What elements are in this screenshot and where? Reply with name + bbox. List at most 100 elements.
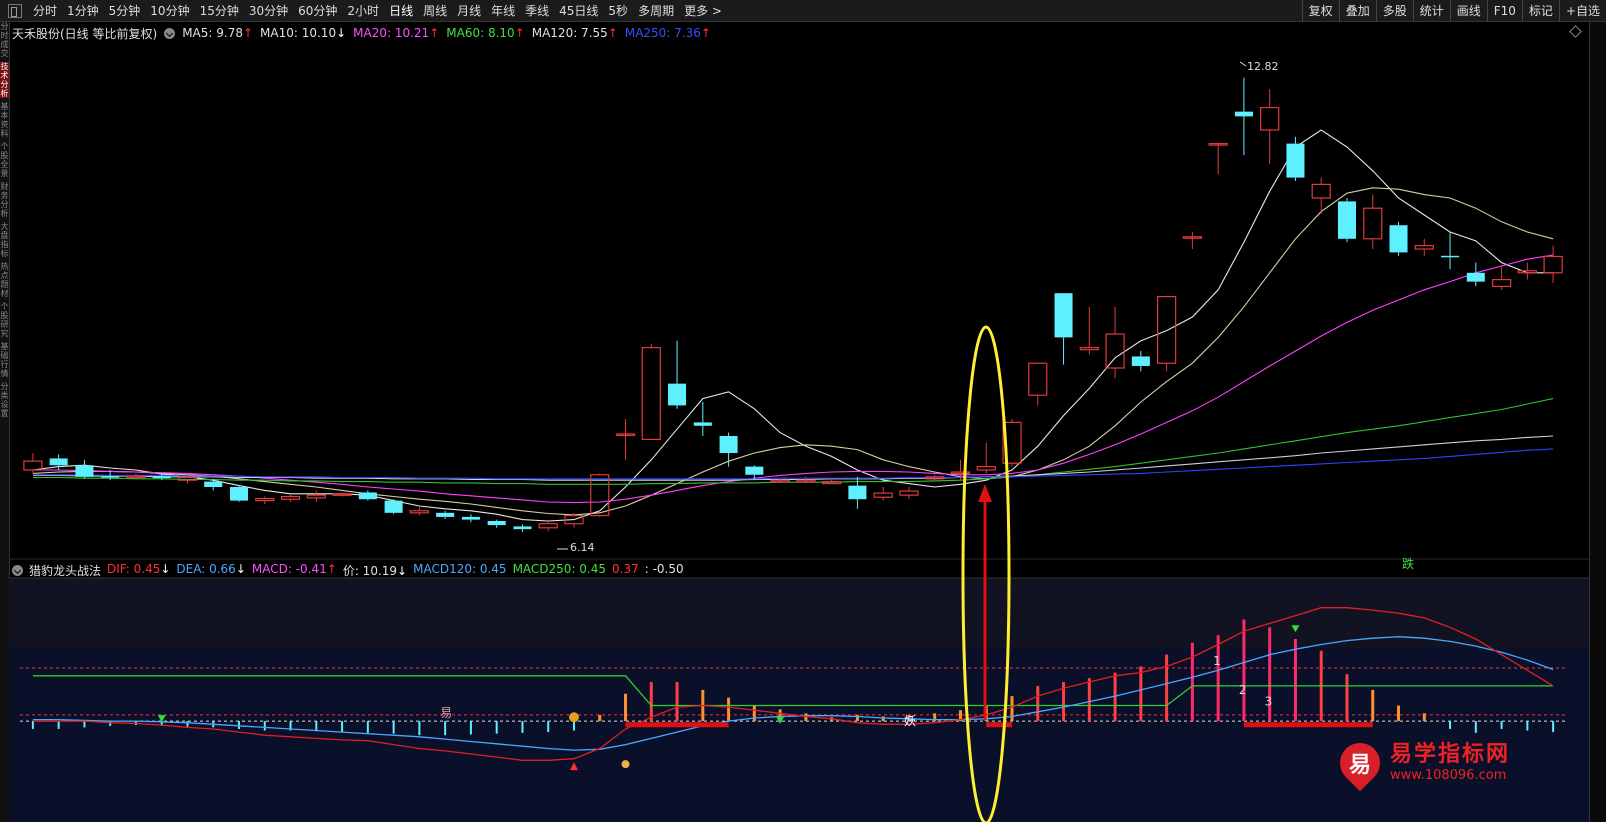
candle bbox=[641, 344, 661, 441]
candle bbox=[436, 510, 455, 519]
candle bbox=[75, 459, 94, 479]
high-price-label: 12.82 bbox=[1247, 60, 1279, 73]
candle-body bbox=[538, 523, 558, 529]
candle-body bbox=[1337, 201, 1357, 239]
candle-body bbox=[1260, 106, 1280, 131]
candle-body bbox=[1156, 296, 1177, 364]
candle bbox=[23, 453, 43, 474]
candle-body bbox=[358, 492, 377, 500]
candle bbox=[1466, 262, 1485, 287]
signal-arrow-head bbox=[978, 484, 992, 502]
candle-body bbox=[409, 510, 430, 514]
candle bbox=[280, 493, 301, 502]
candle bbox=[1028, 362, 1048, 406]
candle-body bbox=[1234, 111, 1253, 117]
candle-body bbox=[668, 383, 687, 406]
candle bbox=[1054, 293, 1073, 365]
candle bbox=[229, 485, 249, 502]
candle bbox=[1079, 306, 1099, 355]
candle bbox=[1414, 238, 1434, 256]
logo-name: 易学指标网 bbox=[1390, 742, 1511, 767]
candle bbox=[1234, 77, 1253, 156]
candle-body bbox=[1079, 347, 1099, 351]
signal-mark: 3 bbox=[1265, 695, 1273, 709]
candle-body bbox=[306, 494, 326, 499]
candle bbox=[126, 473, 146, 479]
candle-body bbox=[693, 422, 712, 426]
candle bbox=[409, 507, 430, 516]
candle bbox=[461, 514, 480, 523]
candle bbox=[873, 487, 893, 501]
candle bbox=[358, 490, 377, 501]
indicator-panel-top bbox=[9, 578, 1590, 648]
candle-body bbox=[1543, 255, 1563, 274]
candle-body bbox=[641, 347, 661, 441]
candle-body bbox=[1517, 270, 1537, 274]
candle-body bbox=[976, 466, 996, 471]
candle bbox=[255, 496, 275, 504]
candle-body bbox=[436, 512, 455, 517]
ma-line-ma60 bbox=[32, 398, 1554, 485]
candle bbox=[1260, 89, 1280, 164]
candle bbox=[693, 402, 712, 436]
candle-body bbox=[1491, 279, 1512, 288]
candle bbox=[1543, 245, 1563, 283]
candle bbox=[1311, 177, 1331, 214]
candle-body bbox=[280, 495, 301, 500]
candle bbox=[306, 490, 326, 502]
money-bag-icon bbox=[568, 712, 579, 723]
candle-body bbox=[513, 526, 532, 530]
signal-mark: 妖 bbox=[904, 714, 916, 728]
candle-body bbox=[1105, 333, 1125, 369]
candle-body bbox=[75, 465, 94, 477]
ma-line-ma5 bbox=[32, 129, 1554, 522]
hand-pointer-icon bbox=[621, 760, 630, 769]
candle bbox=[1389, 221, 1408, 256]
candle bbox=[1182, 232, 1203, 249]
candle-body bbox=[1363, 207, 1383, 240]
high-pointer bbox=[1239, 61, 1247, 67]
candle bbox=[822, 478, 842, 485]
candle bbox=[1517, 262, 1537, 280]
candle-body bbox=[49, 458, 68, 466]
candle-body bbox=[745, 466, 764, 475]
candle-body bbox=[152, 476, 171, 479]
candle-body bbox=[899, 490, 919, 496]
ma-line-ma120 bbox=[32, 435, 1554, 481]
candle bbox=[1337, 198, 1357, 243]
candle-body bbox=[950, 471, 971, 475]
candle bbox=[1491, 266, 1512, 290]
candle-body bbox=[229, 487, 249, 501]
candle-body bbox=[1466, 272, 1485, 282]
candle-body bbox=[1054, 293, 1073, 338]
low-price-label: 6.14 bbox=[570, 541, 595, 554]
candle bbox=[1441, 232, 1460, 270]
candle bbox=[204, 478, 223, 491]
candle bbox=[384, 499, 403, 515]
candle-body bbox=[1414, 245, 1434, 250]
kline-chart[interactable]: 易妖123 12.82 6.14 跌 bbox=[0, 0, 1606, 822]
candle bbox=[1156, 296, 1177, 372]
candle bbox=[1131, 351, 1150, 372]
candle bbox=[487, 519, 506, 528]
candle-body bbox=[1028, 362, 1048, 396]
candle-body bbox=[101, 476, 120, 478]
right-scroll-bar[interactable] bbox=[1589, 22, 1606, 822]
candle-body bbox=[1286, 143, 1305, 178]
candle-body bbox=[590, 474, 610, 517]
signal-mark: 1 bbox=[1213, 654, 1221, 668]
candle-body bbox=[487, 521, 506, 526]
candle bbox=[668, 340, 687, 409]
candle bbox=[513, 524, 532, 532]
ma-line-ma20 bbox=[32, 254, 1554, 504]
ma-lines bbox=[32, 129, 1554, 522]
signal-mark: 2 bbox=[1239, 683, 1247, 697]
candle-body bbox=[1131, 356, 1150, 366]
candle bbox=[1363, 194, 1383, 249]
candle bbox=[719, 432, 738, 467]
candle bbox=[976, 442, 996, 474]
fall-signal-label: 跌 bbox=[1402, 556, 1414, 571]
candle bbox=[615, 419, 636, 460]
candle bbox=[1208, 143, 1228, 175]
candle-body bbox=[719, 436, 738, 453]
